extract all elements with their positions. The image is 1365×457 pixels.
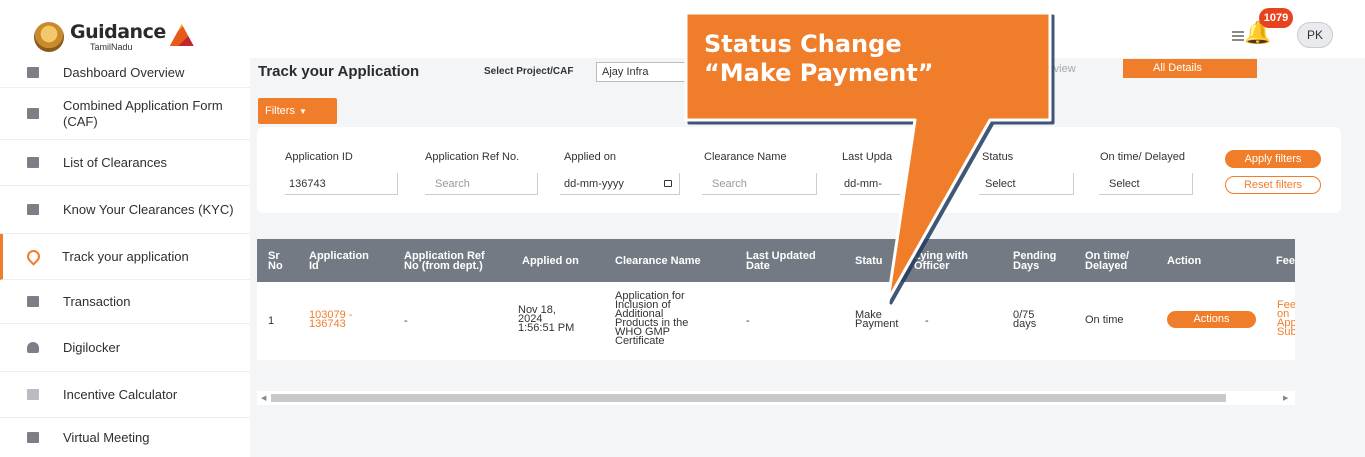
callout-line-1: Status Change [704, 30, 902, 58]
callout-shape [684, 11, 1052, 302]
callout-text: Status Change “Make Payment” [704, 30, 1034, 88]
callout-line-2: “Make Payment” [704, 59, 934, 87]
